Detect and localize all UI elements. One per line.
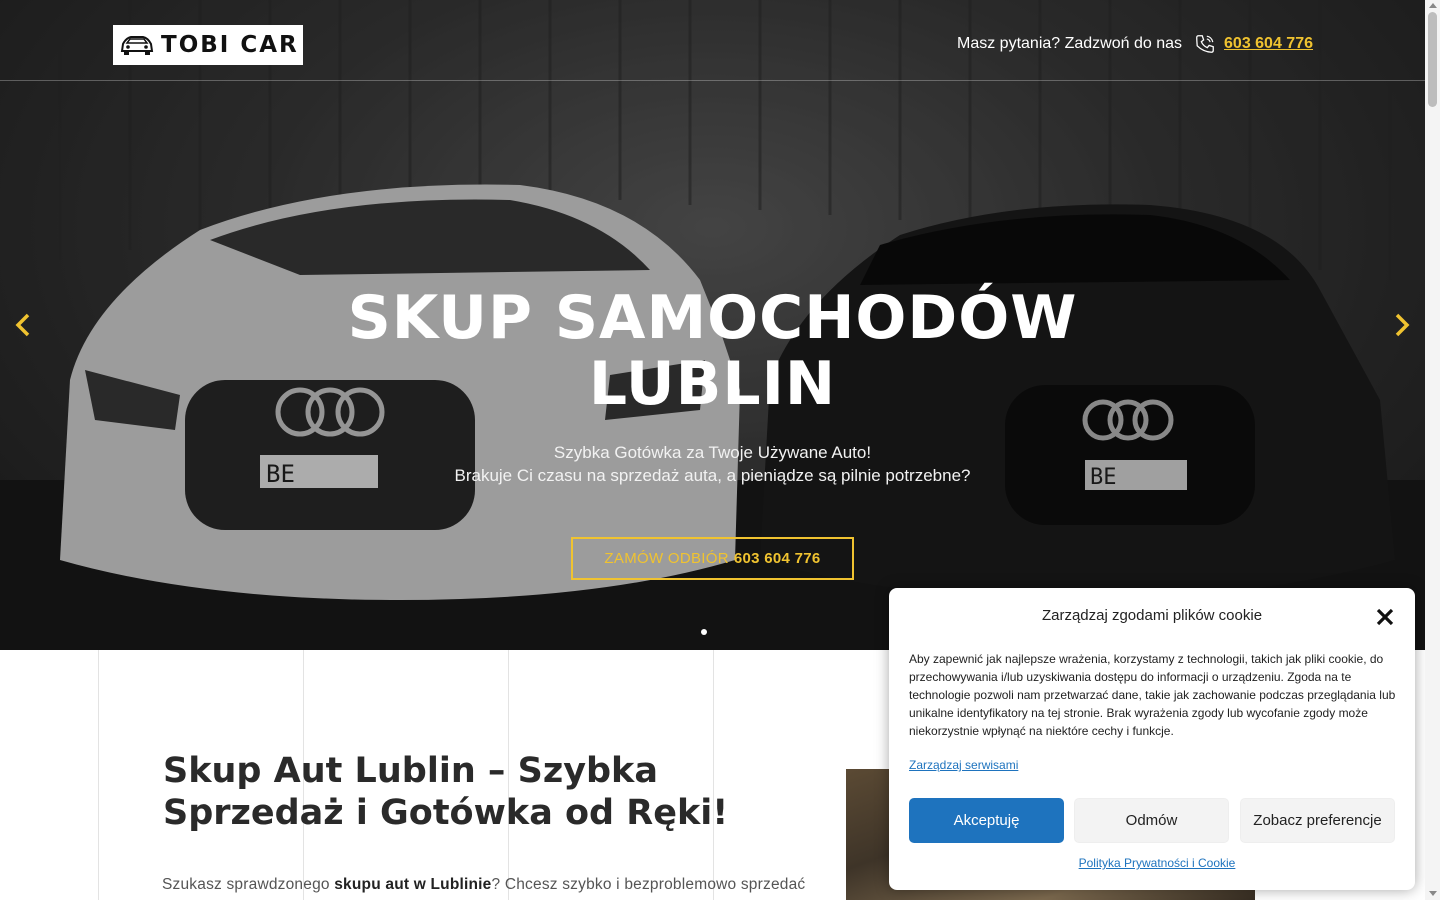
manage-services-link[interactable]: Zarządzaj serwisami: [909, 758, 1018, 772]
accept-button[interactable]: Akceptuję: [909, 798, 1064, 843]
hero-title-line1: SKUP SAMOCHODÓW: [347, 283, 1078, 353]
phone-icon: [1196, 35, 1214, 53]
grid-line: [98, 650, 99, 900]
cookie-body-text: Aby zapewnić jak najlepsze wrażenia, kor…: [909, 652, 1396, 738]
cta-phone: 603 604 776: [733, 550, 821, 567]
privacy-policy-link[interactable]: Polityka Prywatności i Cookie: [889, 856, 1425, 870]
hero-title: SKUP SAMOCHODÓW LUBLIN: [0, 285, 1425, 417]
contact-text: Masz pytania? Zadzwoń do nas: [957, 35, 1183, 52]
header-phone-link[interactable]: 603 604 776: [1224, 35, 1313, 53]
close-icon[interactable]: [1376, 608, 1394, 626]
view-preferences-button[interactable]: Zobacz preferencje: [1240, 798, 1395, 843]
site-header: TOBI CAR Masz pytania? Zadzwoń do nas 60…: [0, 0, 1425, 81]
hero-slider: BE BE TOBI CAR Masz pytania? Zadzwoń do …: [0, 0, 1425, 650]
hero-title-line2: LUBLIN: [588, 349, 837, 419]
deny-button[interactable]: Odmów: [1074, 798, 1229, 843]
hero-subtitle-line2: Brakuje Ci czasu na sprzedaż auta, a pie…: [454, 466, 971, 485]
header-contact: Masz pytania? Zadzwoń do nas 603 604 776: [957, 33, 1313, 55]
scrollbar-thumb[interactable]: [1428, 12, 1437, 107]
hero-subtitle: Szybka Gotówka za Twoje Używane Auto! Br…: [0, 441, 1425, 487]
intro-text-bold: skupu aut w Lublinie: [334, 876, 492, 893]
cookie-consent-dialog: Zarządzaj zgodami plików cookie Aby zape…: [889, 588, 1415, 890]
scroll-up-arrow[interactable]: [1429, 3, 1437, 8]
section-heading-line1: Skup Aut Lublin – Szybka: [163, 751, 658, 791]
cta-label: ZAMÓW ODBIÓR: [604, 550, 729, 567]
page-scrollbar[interactable]: [1425, 0, 1440, 900]
intro-paragraph: Szukasz sprawdzonego skupu aut w Lublini…: [162, 876, 807, 894]
hero-subtitle-line1: Szybka Gotówka za Twoje Używane Auto!: [553, 443, 872, 462]
slider-dot[interactable]: [701, 629, 707, 635]
intro-text-end: ? Chcesz szybko i bezproblemowo sprzedać: [491, 876, 806, 893]
car-logo-icon: [120, 36, 154, 55]
order-pickup-button[interactable]: ZAMÓW ODBIÓR 603 604 776: [571, 537, 854, 580]
site-logo[interactable]: TOBI CAR: [113, 25, 303, 65]
scroll-down-arrow[interactable]: [1429, 891, 1437, 896]
intro-text-start: Szukasz sprawdzonego: [162, 876, 335, 893]
logo-text: TOBI CAR: [161, 32, 299, 58]
section-heading-line2: Sprzedaż i Gotówka od Ręki!: [163, 793, 729, 833]
section-heading: Skup Aut Lublin – Szybka Sprzedaż i Gotó…: [163, 750, 783, 834]
cookie-title: Zarządzaj zgodami plików cookie: [1041, 607, 1263, 624]
